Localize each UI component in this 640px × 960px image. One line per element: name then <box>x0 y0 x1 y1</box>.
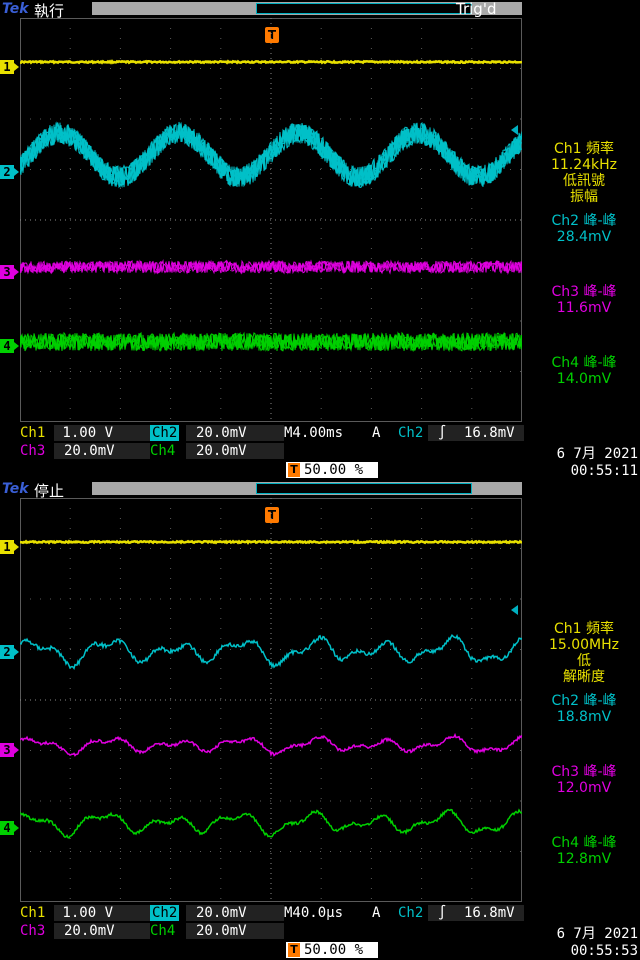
ch1-meas-label: Ch1 頻率 <box>553 621 614 637</box>
ch3-measurement: Ch3 峰-峰 12.0mV <box>528 764 640 796</box>
ch3-readout-label[interactable]: Ch3 <box>20 923 45 939</box>
ch3-waveform <box>20 732 522 757</box>
trigger-mode: A <box>372 905 381 921</box>
record-window[interactable] <box>256 483 472 494</box>
trigger-level: 16.8mV <box>464 425 515 441</box>
time: 00:55:53 <box>570 943 638 959</box>
graticule <box>20 18 522 422</box>
ch2-scale: 20.0mV <box>196 425 247 441</box>
ch1-meas-note: 解晰度 <box>563 669 605 685</box>
graticule <box>20 498 522 902</box>
ch1-measurement: Ch1 頻率 11.24kHz 低訊號 振幅 <box>528 141 640 205</box>
ch4-readout-label[interactable]: Ch4 <box>150 443 175 459</box>
ch4-meas-value: 12.8mV <box>556 851 612 867</box>
trigger-slope-icon: ∫ <box>438 905 447 921</box>
ch2-measurement: Ch2 峰-峰 18.8mV <box>528 693 640 725</box>
ch4-measurement: Ch4 峰-峰 14.0mV <box>528 355 640 387</box>
trigger-level-marker[interactable] <box>511 125 518 135</box>
ch3-meas-label: Ch3 峰-峰 <box>551 284 617 300</box>
ch1-ground-marker[interactable]: 1 <box>0 540 19 554</box>
trigger-source[interactable]: Ch2 <box>398 425 423 441</box>
ch1-meas-note: 振幅 <box>570 189 598 205</box>
ch3-readout-label[interactable]: Ch3 <box>20 443 45 459</box>
ch1-meas-label: Ch1 頻率 <box>553 141 614 157</box>
time: 00:55:11 <box>570 463 638 479</box>
ch2-meas-label: Ch2 峰-峰 <box>551 693 617 709</box>
scope-screen-top: Tek 執行 Trig'd T 1 2 3 4 Ch1 頻率 11.24kHz … <box>0 0 640 480</box>
ch3-scale: 20.0mV <box>64 443 115 459</box>
ch4-scale: 20.0mV <box>196 923 247 939</box>
trigger-icon: T <box>288 463 300 477</box>
tek-logo: Tek <box>2 1 29 17</box>
ch3-meas-value: 12.0mV <box>556 780 612 796</box>
ch1-meas-note: 低 <box>577 653 591 669</box>
timebase[interactable]: M4.00ms <box>284 425 343 441</box>
ch4-readout-label[interactable]: Ch4 <box>150 923 175 939</box>
date: 6 7月 2021 <box>556 926 638 942</box>
ch1-readout-label[interactable]: Ch1 <box>20 425 45 441</box>
waveform-display <box>20 498 522 902</box>
record-window[interactable] <box>256 3 472 14</box>
trigger-status: Trig'd <box>456 0 497 18</box>
ch1-meas-value: 11.24kHz <box>550 157 618 173</box>
ch1-readout-label[interactable]: Ch1 <box>20 905 45 921</box>
trigger-icon: T <box>288 943 300 957</box>
ch3-meas-value: 11.6mV <box>556 300 612 316</box>
ch2-ground-marker[interactable]: 2 <box>0 645 19 659</box>
ch3-scale: 20.0mV <box>64 923 115 939</box>
ch2-meas-value: 28.4mV <box>556 229 612 245</box>
ch1-scale: 1.00 V <box>54 425 114 441</box>
ch1-waveform <box>20 539 522 545</box>
trigger-position: 50.00 % <box>304 462 364 478</box>
ch2-readout-label[interactable]: Ch2 <box>150 425 180 441</box>
ch1-meas-note: 低訊號 <box>563 173 605 189</box>
ch3-ground-marker[interactable]: 3 <box>0 265 19 279</box>
record-length-bar <box>92 482 522 495</box>
trigger-mode: A <box>372 425 381 441</box>
ch4-ground-marker[interactable]: 4 <box>0 339 19 353</box>
ch2-waveform <box>20 633 522 670</box>
ch4-measurement: Ch4 峰-峰 12.8mV <box>528 835 640 867</box>
scope-screen-bottom: Tek 停止 T 1 2 3 4 Ch1 頻率 15.00MHz 低 解晰度 C… <box>0 480 640 960</box>
waveform-display <box>20 18 522 422</box>
ch1-meas-value: 15.00MHz <box>548 637 620 653</box>
timebase[interactable]: M40.0µs <box>284 905 343 921</box>
ch3-ground-marker[interactable]: 3 <box>0 743 19 757</box>
tek-logo: Tek <box>2 481 29 497</box>
ch2-readout-label[interactable]: Ch2 <box>150 905 180 921</box>
ch4-scale: 20.0mV <box>196 443 247 459</box>
ch2-scale: 20.0mV <box>196 905 247 921</box>
ch2-measurement: Ch2 峰-峰 28.4mV <box>528 213 640 245</box>
ch2-meas-label: Ch2 峰-峰 <box>551 213 617 229</box>
trigger-slope-icon: ∫ <box>438 425 447 441</box>
ch3-meas-label: Ch3 峰-峰 <box>551 764 617 780</box>
ch1-ground-marker[interactable]: 1 <box>0 60 19 74</box>
trigger-position: 50.00 % <box>304 942 364 958</box>
trigger-position-readout: T 50.00 % <box>286 942 378 958</box>
trigger-level: 16.8mV <box>464 905 515 921</box>
ch1-scale: 1.00 V <box>54 905 114 921</box>
trigger-source[interactable]: Ch2 <box>398 905 423 921</box>
ch3-measurement: Ch3 峰-峰 11.6mV <box>528 284 640 316</box>
ch4-ground-marker[interactable]: 4 <box>0 821 19 835</box>
trigger-position-readout: T 50.00 % <box>286 462 378 478</box>
date-time: 6 7月 2021 00:55:53 <box>540 926 638 960</box>
date: 6 7月 2021 <box>556 446 638 462</box>
ch4-meas-value: 14.0mV <box>556 371 612 387</box>
ch1-waveform <box>20 59 522 65</box>
ch2-meas-value: 18.8mV <box>556 709 612 725</box>
trigger-level-marker[interactable] <box>511 605 518 615</box>
ch4-meas-label: Ch4 峰-峰 <box>551 835 617 851</box>
ch1-measurement: Ch1 頻率 15.00MHz 低 解晰度 <box>528 621 640 685</box>
ch4-meas-label: Ch4 峰-峰 <box>551 355 617 371</box>
ch2-ground-marker[interactable]: 2 <box>0 165 19 179</box>
date-time: 6 7月 2021 00:55:11 <box>540 446 638 480</box>
